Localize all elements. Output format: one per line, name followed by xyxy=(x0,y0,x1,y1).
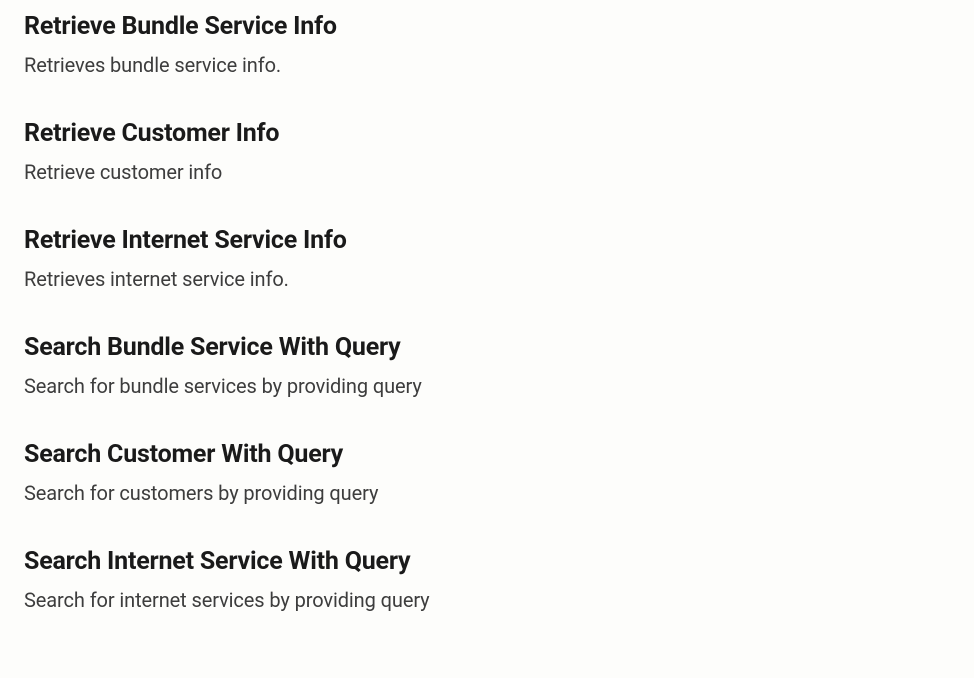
item-title: Retrieve Internet Service Info xyxy=(24,226,950,255)
item-description: Retrieve customer info xyxy=(24,160,950,184)
item-description: Search for customers by providing query xyxy=(24,481,950,505)
list-item: Search Internet Service With Query Searc… xyxy=(24,547,950,612)
list-item: Retrieve Internet Service Info Retrieves… xyxy=(24,226,950,291)
item-title: Search Customer With Query xyxy=(24,440,950,469)
item-title: Search Internet Service With Query xyxy=(24,547,950,576)
item-title: Search Bundle Service With Query xyxy=(24,333,950,362)
item-description: Retrieves internet service info. xyxy=(24,267,950,291)
list-item: Retrieve Bundle Service Info Retrieves b… xyxy=(24,12,950,77)
list-item: Search Bundle Service With Query Search … xyxy=(24,333,950,398)
list-item: Retrieve Customer Info Retrieve customer… xyxy=(24,119,950,184)
item-title: Retrieve Bundle Service Info xyxy=(24,12,950,41)
item-description: Search for bundle services by providing … xyxy=(24,374,950,398)
item-description: Search for internet services by providin… xyxy=(24,588,950,612)
item-title: Retrieve Customer Info xyxy=(24,119,950,148)
item-description: Retrieves bundle service info. xyxy=(24,53,950,77)
list-item: Search Customer With Query Search for cu… xyxy=(24,440,950,505)
